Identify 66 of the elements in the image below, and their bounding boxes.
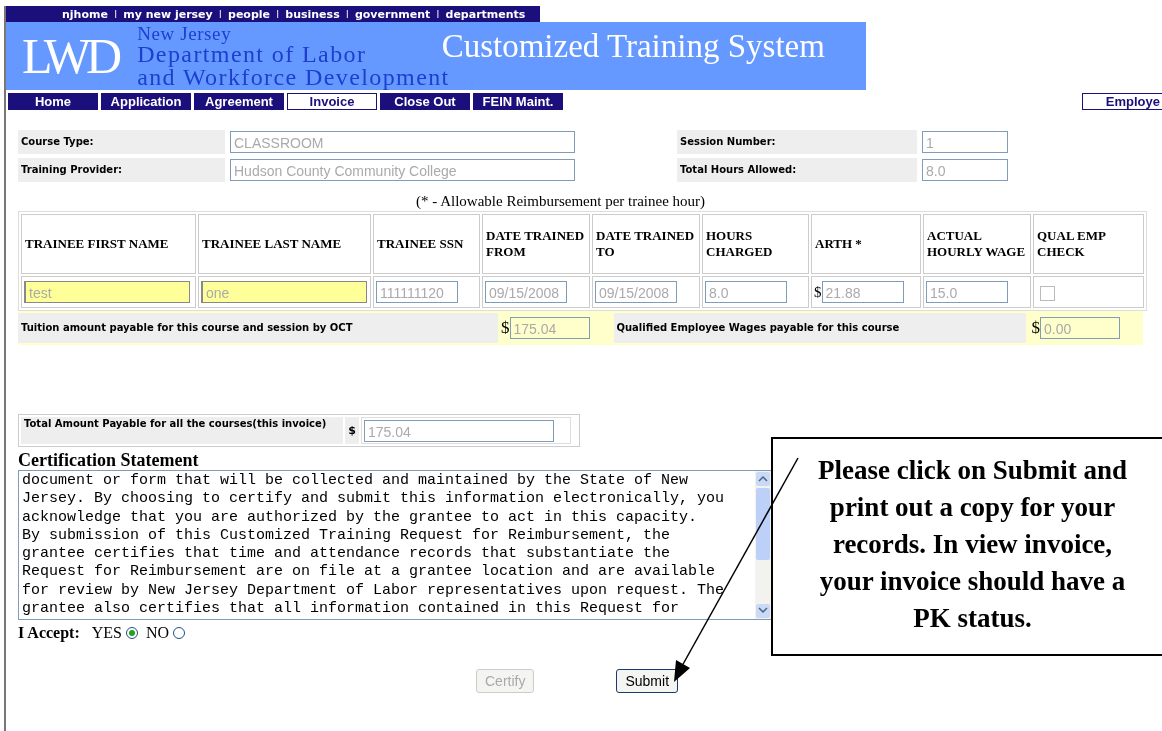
input-field[interactable]: 09/15/2008 [595, 281, 677, 303]
currency-sign: $ [1031, 318, 1040, 338]
column-header: TRAINEE FIRST NAME [21, 214, 196, 274]
input-field[interactable]: one [201, 281, 367, 303]
input-field[interactable]: 175.04 [364, 419, 554, 442]
accept-label: I Accept: [18, 624, 80, 642]
field-label: Course Type: [18, 130, 225, 154]
nav-tab[interactable]: Close Out [380, 93, 470, 110]
logo: LWD [22, 30, 118, 82]
column-header: QUAL EMP CHECK [1033, 214, 1144, 274]
input-field[interactable]: CLASSROOM [230, 131, 575, 153]
column-header: TRAINEE SSN [373, 214, 480, 274]
option-label: YES [91, 624, 122, 642]
option-label: NO [146, 624, 170, 642]
field-label: Qualified Employee Wages payable for this course [613, 313, 1026, 343]
input-field[interactable]: 8.0 [922, 159, 1008, 181]
link-separator: I [345, 7, 349, 21]
nav-tab[interactable]: Invoice [287, 93, 377, 110]
link-separator: I [436, 7, 440, 21]
field-label: Total Hours Allowed: [677, 158, 917, 182]
column-header: HOURS CHARGED [702, 214, 809, 274]
currency-sign: $ [814, 283, 822, 301]
column-header: TRAINEE LAST NAME [198, 214, 371, 274]
note-text: (* - Allowable Reimbursement per trainee hour) [416, 193, 707, 211]
submit-button[interactable]: Submit [616, 669, 679, 693]
field-label: Training Provider: [18, 158, 225, 182]
nav-tab[interactable]: Agreement [194, 93, 284, 110]
field-label: Tuition amount payable for this course and session by OCT [18, 313, 498, 343]
top-link[interactable]: my new jersey [123, 7, 213, 21]
input-field[interactable]: 15.0 [926, 281, 1008, 303]
top-link[interactable]: people [228, 7, 270, 21]
column-header: ARTH * [811, 214, 921, 274]
top-link[interactable]: njhome [62, 7, 108, 21]
top-link[interactable]: business [285, 7, 340, 21]
top-link[interactable]: government [354, 7, 431, 21]
link-separator: I [113, 7, 118, 21]
nav-tab[interactable]: Application [101, 93, 191, 110]
column-header: ACTUAL HOURLY WAGE [923, 214, 1031, 274]
input-field[interactable]: 09/15/2008 [485, 281, 567, 303]
column-header: DATE TRAINED TO [592, 214, 700, 274]
column-header: DATE TRAINED FROM [482, 214, 590, 274]
statement-text: document or form that will be collected and maintained by the State of New Jersey. By choosing to certify and submit this information electronically, you acknowledge that you are authorized by the grantee to act in this capacity. By submission of this Customized Training Request for Reimbursement, the grantee certifies that time and attendance records that substantiate the Request for Reimbursement are on file at a grantee location and are available for review by New Jersey Department of Labor representatives upon request. The grantee also certifies that all information contained in this Request for [21, 472, 726, 619]
system-title: Customized Training System [441, 28, 825, 65]
currency-sign: $ [501, 318, 510, 338]
input-field[interactable]: Hudson County Community College [230, 159, 575, 181]
callout-text: Please click on Submit and print out a copy for your records. In view invoice, your invoice should have a PK status. [816, 454, 1128, 635]
input-field[interactable]: 8.0 [705, 281, 787, 303]
input-field[interactable]: 111111120 [376, 281, 458, 303]
field-label: Total Amount Payable for all the courses(this invoice) [21, 417, 343, 444]
scrollbar[interactable] [755, 471, 771, 619]
input-field[interactable]: 175.04 [509, 317, 590, 339]
nav-tab[interactable]: Employe [1082, 93, 1162, 110]
section-heading: Certification Statement [18, 450, 199, 470]
nav-tab[interactable]: Home [8, 93, 98, 110]
link-separator: I [276, 7, 280, 21]
link-separator: I [218, 7, 222, 21]
input-field[interactable]: test [24, 281, 190, 303]
agency-name: New Jersey [137, 23, 233, 43]
field-label: Session Number: [677, 130, 917, 154]
nav-tab[interactable]: FEIN Maint. [473, 93, 563, 110]
input-field[interactable]: 21.88 [821, 281, 904, 303]
checkbox[interactable] [1040, 285, 1055, 301]
currency-sign: $ [345, 417, 359, 444]
top-link[interactable]: departments [445, 7, 526, 21]
input-field[interactable]: 1 [922, 131, 1008, 153]
input-field[interactable]: 0.00 [1040, 317, 1120, 339]
